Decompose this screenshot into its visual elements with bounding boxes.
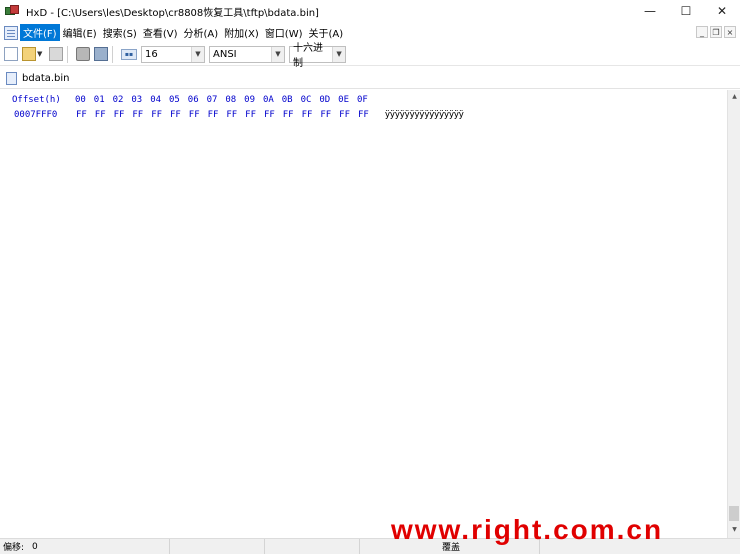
hex-byte[interactable]: FF [302,110,321,120]
scroll-down-icon[interactable]: ▼ [728,523,740,536]
menu-search[interactable]: 搜索(S) [100,24,140,41]
column-header: 09 [244,95,256,105]
scrollbar-thumb[interactable] [729,506,739,521]
bytes-per-row-select[interactable]: 16 ▼ [141,45,205,63]
mdi-close-button[interactable]: × [724,26,736,38]
minimize-button[interactable]: — [632,0,668,22]
properties-icon[interactable] [94,47,108,61]
file-icon [6,72,17,85]
hex-byte[interactable]: FF [76,110,95,120]
row-offset: 0007FFF0 [14,110,58,120]
hex-byte[interactable]: FF [151,110,170,120]
vertical-scrollbar[interactable]: ▲ ▼ [727,90,740,538]
document-tab-bar: bdata.bin [0,67,740,89]
toolbar-separator [67,45,68,63]
tab-bdata-bin[interactable]: bdata.bin [3,69,73,88]
column-header: 08 [225,95,237,105]
column-header: 0E [338,95,349,105]
mdi-controls: _ ❐ × [696,26,736,38]
title-bar: HxD - [C:\Users\les\Desktop\cr8808恢复工具\t… [0,0,740,22]
close-button[interactable]: ✕ [704,0,740,22]
hex-byte[interactable]: FF [283,110,302,120]
column-header: 0D [319,95,331,105]
column-header: 02 [112,95,124,105]
hex-byte[interactable]: FF [208,110,227,120]
hex-row[interactable]: 0007FFF0 FF FF FF FF FF FF FF FF FF FF F… [14,110,464,120]
status-offset: 偏移: 0 [0,538,170,554]
hex-byte[interactable]: FF [358,110,377,120]
column-header: 03 [131,95,143,105]
offset-base-value: 十六进制 [293,43,323,69]
column-header: 06 [187,95,199,105]
column-header: 00 [75,95,86,105]
column-header: 05 [168,95,180,105]
mdi-minimize-button[interactable]: _ [696,26,708,38]
hex-byte[interactable]: FF [339,110,358,120]
column-header: 0A [262,95,274,105]
toolbar: ▼ ▪▪ 16 ▼ ANSI ▼ 十六进制 ▼ [0,43,740,69]
status-panel [170,538,265,554]
save-icon[interactable] [49,47,63,61]
offset-label: 偏移: [3,543,25,553]
window-controls: — ☐ ✕ [632,0,740,22]
open-folder-icon[interactable] [22,47,36,61]
offset-header: Offset(h) [12,95,61,105]
column-header: 0F [356,95,368,105]
window-title: HxD - [C:\Users\les\Desktop\cr8808恢复工具\t… [26,7,319,19]
hex-byte[interactable]: FF [95,110,114,120]
charset-value: ANSI [213,48,237,60]
chevron-down-icon[interactable]: ▼ [271,46,284,62]
column-header: 01 [93,95,105,105]
hex-byte[interactable]: FF [320,110,339,120]
hxd-app-icon [5,5,21,17]
scroll-up-icon[interactable]: ▲ [728,90,740,103]
bytes-per-row-value: 16 [145,48,158,60]
site-watermark: www.right.com.cn [391,514,664,545]
column-header: 0B [281,95,293,105]
toolbar-separator [112,45,113,63]
bytes-per-row-icon: ▪▪ [121,48,137,60]
menu-edit[interactable]: 编辑(E) [60,24,100,41]
document-menu-icon[interactable] [4,25,18,40]
hex-byte[interactable]: FF [170,110,189,120]
offset-value: 0 [32,541,38,552]
column-header: 0C [300,95,312,105]
hex-byte[interactable]: FF [189,110,208,120]
tab-label: bdata.bin [22,73,70,84]
menu-view[interactable]: 查看(V) [140,24,181,41]
print-icon[interactable] [76,47,90,61]
chevron-down-icon[interactable]: ▼ [332,46,345,62]
open-dropdown-arrow-icon[interactable]: ▼ [37,50,45,58]
ascii-text[interactable]: ÿÿÿÿÿÿÿÿÿÿÿÿÿÿÿÿ [385,110,464,120]
maximize-button[interactable]: ☐ [668,0,704,22]
new-file-icon[interactable] [4,47,18,61]
column-header: 04 [150,95,162,105]
charset-select[interactable]: ANSI ▼ [209,45,285,63]
hex-byte[interactable]: FF [114,110,133,120]
offset-base-select[interactable]: 十六进制 ▼ [289,43,346,69]
hex-column-header: Offset(h) 00 01 02 03 04 05 06 07 08 09 … [12,95,376,105]
hex-byte[interactable]: FF [245,110,264,120]
column-header: 07 [206,95,218,105]
menu-bar: 文件(F) 编辑(E) 搜索(S) 查看(V) 分析(A) 附加(X) 窗口(W… [0,23,740,42]
hex-byte[interactable]: FF [226,110,245,120]
hex-editor-view[interactable]: Offset(h) 00 01 02 03 04 05 06 07 08 09 … [0,90,727,538]
menu-extras[interactable]: 附加(X) [221,24,262,41]
status-panel [265,538,360,554]
menu-file[interactable]: 文件(F) [20,24,60,41]
hex-byte[interactable]: FF [264,110,283,120]
menu-analysis[interactable]: 分析(A) [181,24,222,41]
mdi-restore-button[interactable]: ❐ [710,26,722,38]
hex-byte[interactable]: FF [132,110,151,120]
chevron-down-icon[interactable]: ▼ [191,46,204,62]
